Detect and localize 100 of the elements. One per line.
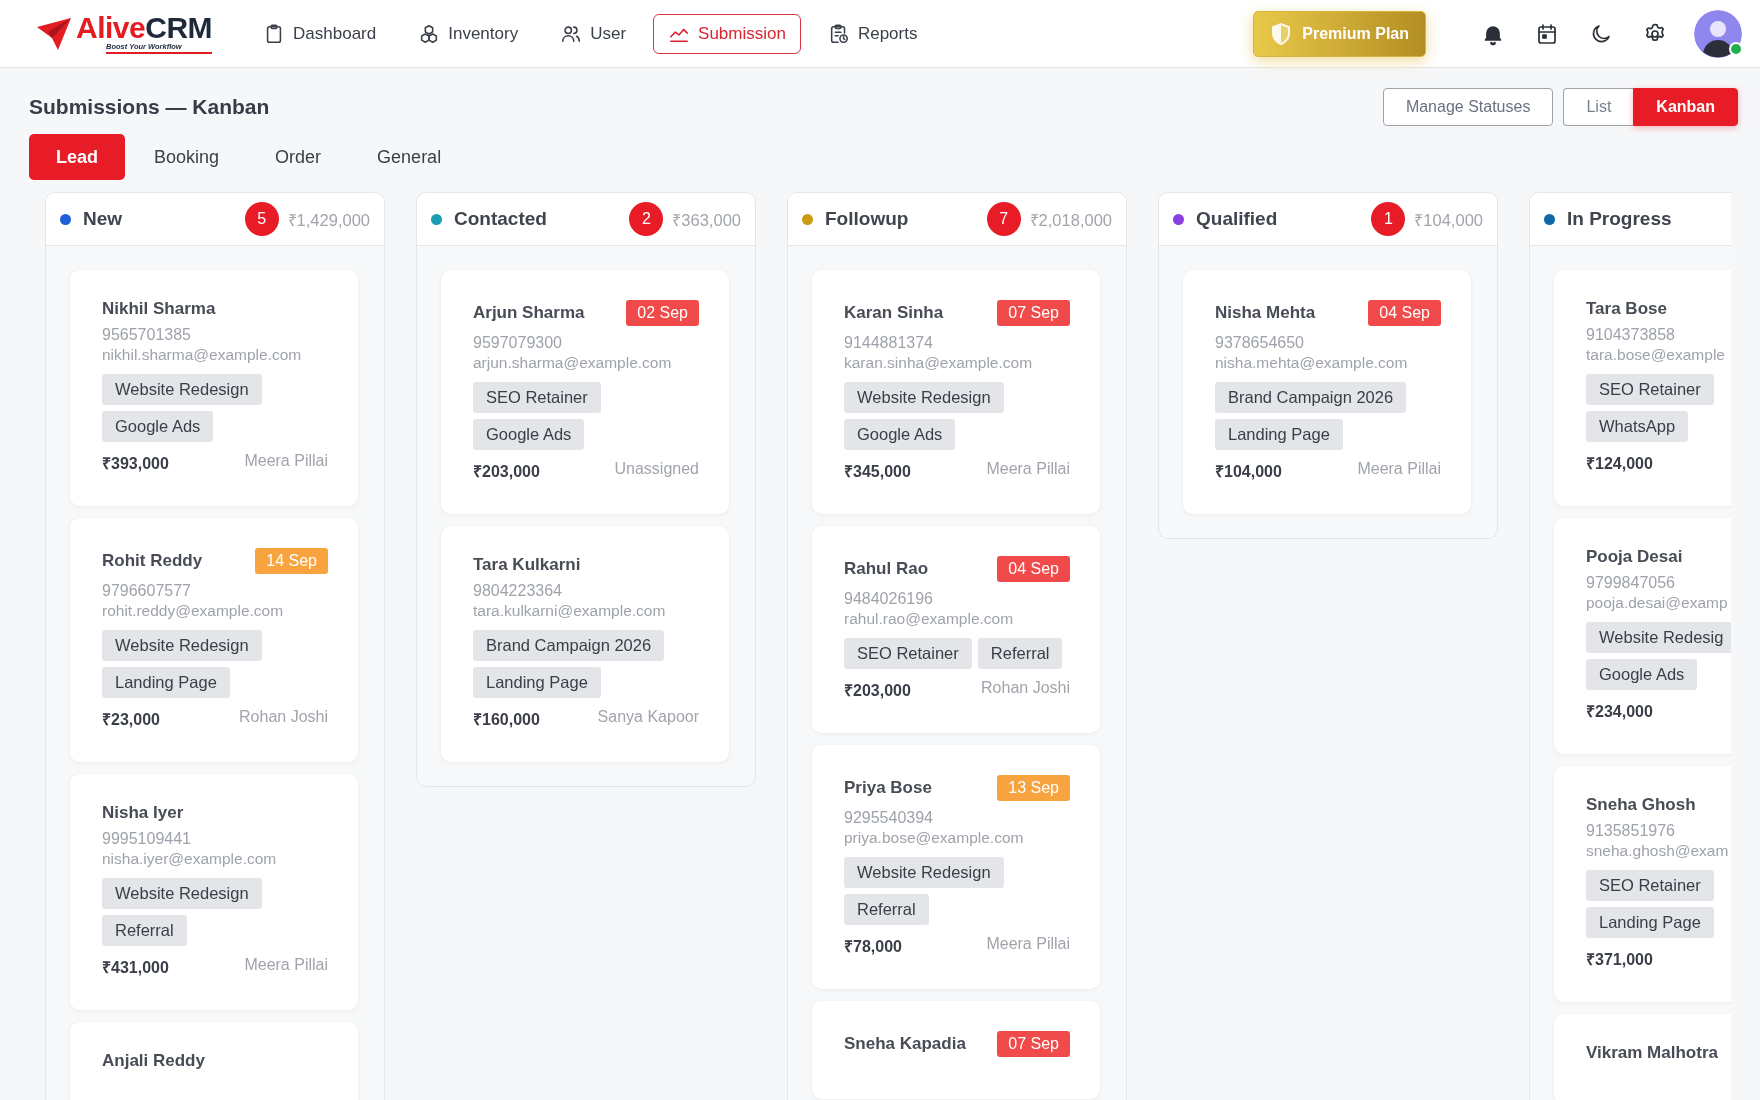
lead-card[interactable]: Sneha Kapadia 07 Sep [812,1001,1100,1099]
column-title: Contacted [454,208,548,230]
service-tag: Landing Page [102,667,230,698]
lead-amount: ₹124,000 [1586,454,1653,474]
lead-name: Nisha Iyer [102,803,184,823]
lead-email: priya.bose@example.com [844,829,1025,847]
lead-phone: 9995109441 [102,830,192,848]
lead-email: karan.sinha@example.com [844,354,1034,372]
lead-name: Vikram Malhotra [1586,1043,1718,1063]
type-tab[interactable]: Booking [127,134,247,180]
lead-assignee: Meera Pillai [986,935,1070,954]
type-tab[interactable]: Lead [29,134,125,180]
lead-phone: 9135851976 [1586,822,1676,840]
due-date-badge: 07 Sep [997,300,1070,326]
service-tag: SEO Retainer [1586,374,1714,405]
due-date-badge: 13 Sep [997,775,1070,801]
lead-amount: ₹203,000 [473,462,540,482]
service-tag: Website Redesign [102,630,262,661]
lead-amount: ₹23,000 [102,710,160,730]
view-toggle-button[interactable]: List [1563,88,1634,126]
nav-item[interactable]: Reports [812,13,933,54]
service-tag: SEO Retainer [1586,870,1714,901]
lead-email: nisha.iyer@example.com [102,850,278,868]
lead-phone: 9484026196 [844,590,934,608]
lead-name: Rahul Rao [844,559,929,579]
lead-name: Sneha Ghosh [1586,795,1696,815]
lead-card[interactable]: Nisha Iyer 9995109441 nisha.iyer@example.com Website Redesign Referral ₹431,000 Meera Pillai [70,774,358,1010]
nav-item[interactable]: Inventory [403,13,534,54]
lead-card[interactable]: Rahul Rao 04 Sep 9484026196 rahul.rao@example.com SEO Retainer Referral ₹203,000 Rohan Joshi [812,526,1100,733]
type-tab[interactable]: Order [248,134,349,180]
service-tag: Website Redesign [844,857,1004,888]
column-total: ₹104,000 [1414,209,1483,231]
service-tag: WhatsApp [1586,411,1689,442]
column-total: ₹2,018,000 [1029,209,1112,231]
view-toggle-button[interactable]: Kanban [1633,88,1738,126]
brand-logo[interactable]: AliveCRM [76,13,213,44]
lead-name: Nikhil Sharma [102,299,216,319]
column-title: New [83,208,124,230]
service-tag: Website Redesign [844,382,1004,413]
count-badge: 7 [986,202,1021,236]
lead-name: Tara Kulkarni [473,555,581,575]
nav-item[interactable]: User [545,13,642,54]
lead-card[interactable]: Nisha Mehta 04 Sep 9378654650 nisha.mehta@example.com Brand Campaign 2026 Landing Page ₹104,000 Meera Pillai [1183,270,1471,514]
lead-email: sneha.ghosh@exam [1586,842,1730,860]
lead-phone: 9597079300 [473,334,563,352]
nav-item[interactable]: Dashboard [248,13,392,54]
column-total: ₹363,000 [672,209,741,231]
lead-phone: 9104373858 [1586,326,1676,344]
lead-assignee: Meera Pillai [1357,460,1441,479]
lead-assignee: Meera Pillai [244,452,328,471]
service-tag: Brand Campaign 2026 [1215,382,1407,413]
lead-card[interactable]: Pooja Desai 9799847056 pooja.desai@examp Website Redesig Google Ads ₹234,000 [1554,518,1731,754]
due-date-badge: 04 Sep [997,556,1070,582]
lead-card[interactable]: Sneha Ghosh 9135851976 sneha.ghosh@exam SEO Retainer Landing Page ₹371,000 [1554,766,1731,1002]
count-badge: 2 [629,202,664,236]
paper-plane-logo-icon [36,16,72,51]
lead-phone: 9295540394 [844,809,934,827]
service-tag: Google Ads [473,419,585,450]
lead-email: rahul.rao@example.com [844,610,1015,628]
lead-name: Priya Bose [844,778,932,798]
lead-email: nisha.mehta@example.com [1215,354,1409,372]
column-title: Qualified [1196,208,1279,230]
column-title: In Progress [1567,208,1673,230]
service-tag: Google Ads [102,411,214,442]
type-tab[interactable]: General [350,134,469,180]
lead-card[interactable]: Nikhil Sharma 9565701385 nikhil.sharma@example.com Website Redesign Google Ads ₹393,000 Meera Pillai [70,270,358,506]
service-tag: Google Ads [1586,659,1698,690]
lead-name: Sneha Kapadia [844,1034,966,1054]
count-badge: 1 [1371,202,1406,236]
lead-email: tara.kulkarni@example.com [473,602,667,620]
lead-amount: ₹104,000 [1215,462,1282,482]
lead-amount: ₹203,000 [844,681,911,701]
lead-email: tara.bose@example [1586,346,1726,364]
calendar-icon[interactable] [1535,21,1559,46]
service-tag: Referral [844,894,929,925]
lead-amount: ₹160,000 [473,710,540,730]
lead-phone: 9144881374 [844,334,934,352]
count-badge: 5 [244,202,279,236]
lead-amount: ₹234,000 [1586,702,1653,722]
page-title: Submissions — Kanban [29,95,271,119]
lead-phone: 9796607577 [102,582,192,600]
lead-card[interactable]: Tara Bose 9104373858 tara.bose@example SEO Retainer WhatsApp ₹124,000 [1554,270,1731,506]
lead-phone: 9378654650 [1215,334,1305,352]
nav-item[interactable]: Submission [653,13,801,54]
service-tag: Referral [102,915,187,946]
lead-card[interactable]: Tara Kulkarni 9804223364 tara.kulkarni@example.com Brand Campaign 2026 Landing Page ₹160,000 Sanya Kapoor [441,526,729,762]
service-tag: Referral [977,638,1063,669]
lead-amount: ₹393,000 [102,454,169,474]
lead-card[interactable]: Vikram Malhotra [1554,1014,1731,1100]
lead-card[interactable]: Karan Sinha 07 Sep 9144881374 karan.sinha@example.com Website Redesign Google Ads ₹345,000 Meera Pillai [812,270,1100,514]
lead-phone: 9565701385 [102,326,192,344]
manage-statuses-button[interactable]: Manage Statuses [1382,88,1554,126]
lead-card[interactable]: Rohit Reddy 14 Sep 9796607577 rohit.reddy@example.com Website Redesign Landing Page ₹23,000 Rohan Joshi [70,518,358,762]
service-tag: Landing Page [1215,419,1343,450]
lead-card[interactable]: Arjun Sharma 02 Sep 9597079300 arjun.sharma@example.com SEO Retainer Google Ads ₹203,000 Unassigned [441,270,729,514]
lead-card[interactable]: Priya Bose 13 Sep 9295540394 priya.bose@example.com Website Redesign Referral ₹78,000 Meera Pillai [812,745,1100,989]
column-total: ₹1,429,000 [287,209,370,231]
lead-card[interactable]: Anjali Reddy [70,1022,358,1100]
user-avatar[interactable] [1694,9,1742,58]
lead-phone: 9799847056 [1586,574,1676,592]
